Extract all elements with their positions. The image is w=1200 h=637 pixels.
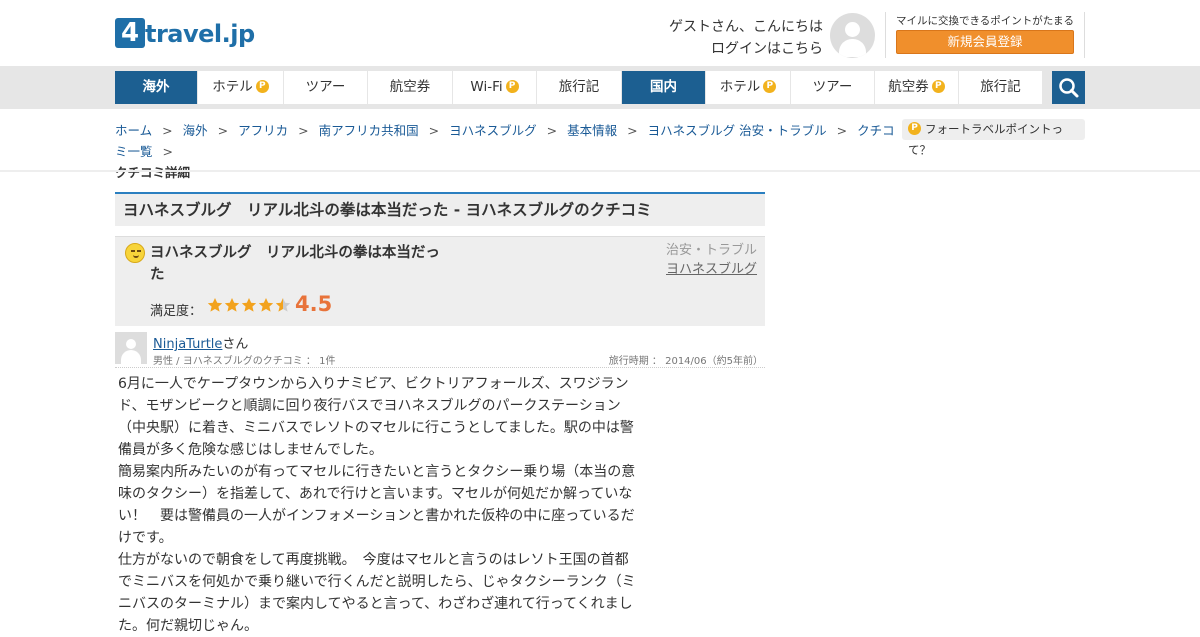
rating-stars <box>207 297 292 315</box>
greeting-text: ゲストさん、こんにちは <box>669 19 823 35</box>
breadcrumb-link[interactable]: ヨハネスブルグ 治安・トラブル <box>648 123 827 138</box>
header-divider-right <box>1084 12 1085 58</box>
logo-text: travel.jp <box>145 20 255 48</box>
header-divider <box>885 12 886 58</box>
site-logo[interactable]: 4 travel.jp <box>115 16 260 56</box>
point-icon: P <box>255 79 269 93</box>
star-icon <box>241 298 257 312</box>
review-city-link[interactable]: ヨハネスブルグ <box>666 261 757 279</box>
reviewer-suffix: さん <box>222 337 249 352</box>
review-title: ヨハネスブルグ リアル北斗の拳は本当だった <box>150 245 440 283</box>
travel-date: 旅行時期 ： 2014/06（約5年前） <box>608 356 763 367</box>
reviewer-meta: 男性 / ヨハネスブルグのクチコミ ： 1件 <box>153 356 336 367</box>
review-paragraph: 6月に一人でケープタウンから入りナミビア、ビクトリアフォールズ、スワジランド、モ… <box>118 376 634 458</box>
nav-item-travelogue-domestic[interactable]: 旅行記 <box>959 71 1043 104</box>
star-icon <box>207 298 223 312</box>
point-icon: P <box>908 122 921 135</box>
point-info-label: フォートラベルポイントって？ <box>908 122 1063 157</box>
logo-mark: 4 <box>115 18 145 48</box>
breadcrumb-link[interactable]: 南アフリカ共和国 <box>319 123 419 138</box>
nav-item-air-domestic[interactable]: 航空券 P <box>875 71 959 104</box>
review-paragraph: 簡易案内所みたいのが有ってマセルに行きたいと言うとタクシー乗り場（本当の意味のタ… <box>118 464 636 546</box>
nav-item-tour-domestic[interactable]: ツアー <box>791 71 875 104</box>
rating-value: 4.5 <box>295 292 333 316</box>
review-body: 6月に一人でケープタウンから入りナミビア、ビクトリアフォールズ、スワジランド、モ… <box>118 373 638 637</box>
nav-item-tour-overseas[interactable]: ツアー <box>284 71 368 104</box>
star-icon <box>258 298 274 312</box>
nav-item-overseas[interactable]: 海外 <box>115 71 198 104</box>
nav-item-air-overseas[interactable]: 航空券 <box>368 71 453 104</box>
nav-item-hotel-domestic[interactable]: ホテル P <box>706 71 791 104</box>
breadcrumb-link[interactable]: 海外 <box>183 123 208 138</box>
point-icon: P <box>931 79 945 93</box>
rating-label: 満足度： <box>150 304 203 319</box>
nav-item-domestic[interactable]: 国内 <box>622 71 706 104</box>
nav-item-hotel-overseas[interactable]: ホテル P <box>198 71 284 104</box>
breadcrumb-link[interactable]: 基本情報 <box>567 123 617 138</box>
guest-avatar <box>830 13 875 58</box>
divider <box>0 170 1200 172</box>
star-icon <box>224 298 240 312</box>
nav-item-travelogue-overseas[interactable]: 旅行記 <box>537 71 622 104</box>
smile-face-icon <box>125 243 145 263</box>
greeting-block: ゲストさん、こんにちは ログインはこちら <box>669 16 823 60</box>
star-icon <box>275 298 291 312</box>
reviewer-name: NinjaTurtleさん <box>153 333 248 352</box>
point-icon: P <box>505 79 519 93</box>
main-nav: 海外 ホテル P ツアー 航空券 Wi-Fi P 旅行記 国内 ホテル P ツアー 航… <box>0 66 1200 109</box>
search-icon <box>1059 78 1079 98</box>
reviewer-info: NinjaTurtleさん 男性 / ヨハネスブルグのクチコミ ： 1件 旅行時… <box>115 332 765 368</box>
site-header: 4 travel.jp ゲストさん、こんにちは ログインはこちら マイルに交換で… <box>0 0 1200 66</box>
reviewer-link[interactable]: NinjaTurtle <box>153 337 222 352</box>
point-info-link[interactable]: P フォートラベルポイントって？ <box>902 119 1085 157</box>
review-category: 治安・トラブル <box>666 243 758 258</box>
login-link[interactable]: ログインはこちら <box>669 38 823 60</box>
page-title: ヨハネスブルグ リアル北斗の拳は本当だった - ヨハネスブルグのクチコミ <box>115 192 765 226</box>
register-button[interactable]: 新規会員登録 <box>896 30 1074 54</box>
nav-item-wifi[interactable]: Wi-Fi P <box>453 71 537 104</box>
breadcrumb-link[interactable]: ホーム <box>115 123 152 138</box>
breadcrumb-link[interactable]: アフリカ <box>238 123 288 138</box>
avatar[interactable] <box>115 332 147 364</box>
breadcrumb-current: クチコミ詳細 <box>115 165 191 180</box>
breadcrumb-link[interactable]: ヨハネスブルグ <box>449 123 537 138</box>
mile-note: マイルに交換できるポイントがたまる <box>896 15 1074 27</box>
review-paragraph: 仕方がないので朝食をして再度挑戦。 今度はマセルと言うのはレソト王国の首都でミニ… <box>118 552 636 634</box>
search-button[interactable] <box>1052 71 1085 104</box>
review-summary: ヨハネスブルグ リアル北斗の拳は本当だった 治安・トラブル ヨハネスブルグ 満足… <box>115 236 765 326</box>
breadcrumb: ホーム > 海外 > アフリカ > 南アフリカ共和国 > ヨハネスブルグ > 基本情報 > ヨハネスブル… <box>115 123 895 180</box>
point-icon: P <box>763 79 777 93</box>
